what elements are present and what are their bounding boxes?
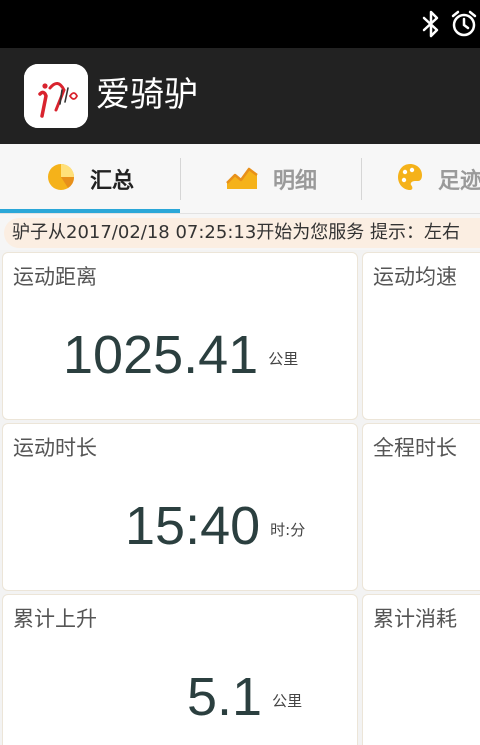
pie-chart-icon — [46, 162, 76, 196]
palette-icon — [396, 162, 424, 196]
alarm-icon — [450, 10, 478, 38]
bluetooth-icon — [420, 10, 442, 38]
tab-details-label: 明细 — [272, 169, 317, 194]
stat-title: 运动均速 — [373, 265, 457, 289]
stat-title: 运动距离 — [13, 265, 97, 289]
tab-footprint[interactable]: 足迹 — [362, 144, 480, 213]
stat-unit: 公里 — [268, 350, 299, 368]
tab-details[interactable]: 明细 — [181, 144, 361, 213]
notice-text: 驴子从2017/02/18 07:25:13开始为您服务 提示：左右 — [4, 218, 480, 248]
stat-title: 运动时长 — [13, 436, 97, 460]
tab-summary-label: 汇总 — [89, 169, 134, 194]
tab-footprint-label: 足迹 — [438, 169, 480, 194]
stat-title: 全程时长 — [373, 436, 457, 460]
stat-value: 15:40 — [125, 496, 261, 556]
stats-grid: 运动距离 1025.41 公里 运动均速 运动时长 15:40 时:分 全程时长… — [0, 250, 480, 745]
tab-summary[interactable]: 汇总 — [0, 144, 180, 213]
area-chart-icon — [225, 163, 259, 195]
stat-unit: 时:分 — [270, 521, 306, 539]
stat-card-ascent[interactable]: 累计上升 5.1 公里 — [2, 594, 358, 745]
stat-value-row: 15:40 时:分 — [125, 498, 305, 554]
stat-card-avg-speed[interactable]: 运动均速 — [362, 252, 480, 420]
stat-value: 1025.41 — [63, 325, 259, 385]
stat-title: 累计上升 — [13, 607, 97, 631]
notice-ticker: 驴子从2017/02/18 07:25:13开始为您服务 提示：左右 — [0, 214, 480, 250]
status-bar — [0, 0, 480, 48]
stat-unit: 公里 — [272, 692, 303, 710]
tab-bar: 汇总 明细 足迹 — [0, 144, 480, 214]
stat-card-distance[interactable]: 运动距离 1025.41 公里 — [2, 252, 358, 420]
status-icons — [420, 0, 480, 48]
stat-card-moving-time[interactable]: 运动时长 15:40 时:分 — [2, 423, 358, 591]
stat-value: 5.1 — [187, 667, 263, 727]
stat-title: 累计消耗 — [373, 607, 457, 631]
app-logo[interactable] — [24, 64, 88, 128]
stat-card-total-time[interactable]: 全程时长 — [362, 423, 480, 591]
stat-value-row: 5.1 公里 — [187, 669, 302, 725]
stat-value-row: 1025.41 公里 — [63, 327, 298, 383]
app-title: 爱骑驴 — [96, 75, 198, 115]
stat-card-calories[interactable]: 累计消耗 — [362, 594, 480, 745]
action-bar: 爱骑驴 — [0, 48, 480, 144]
